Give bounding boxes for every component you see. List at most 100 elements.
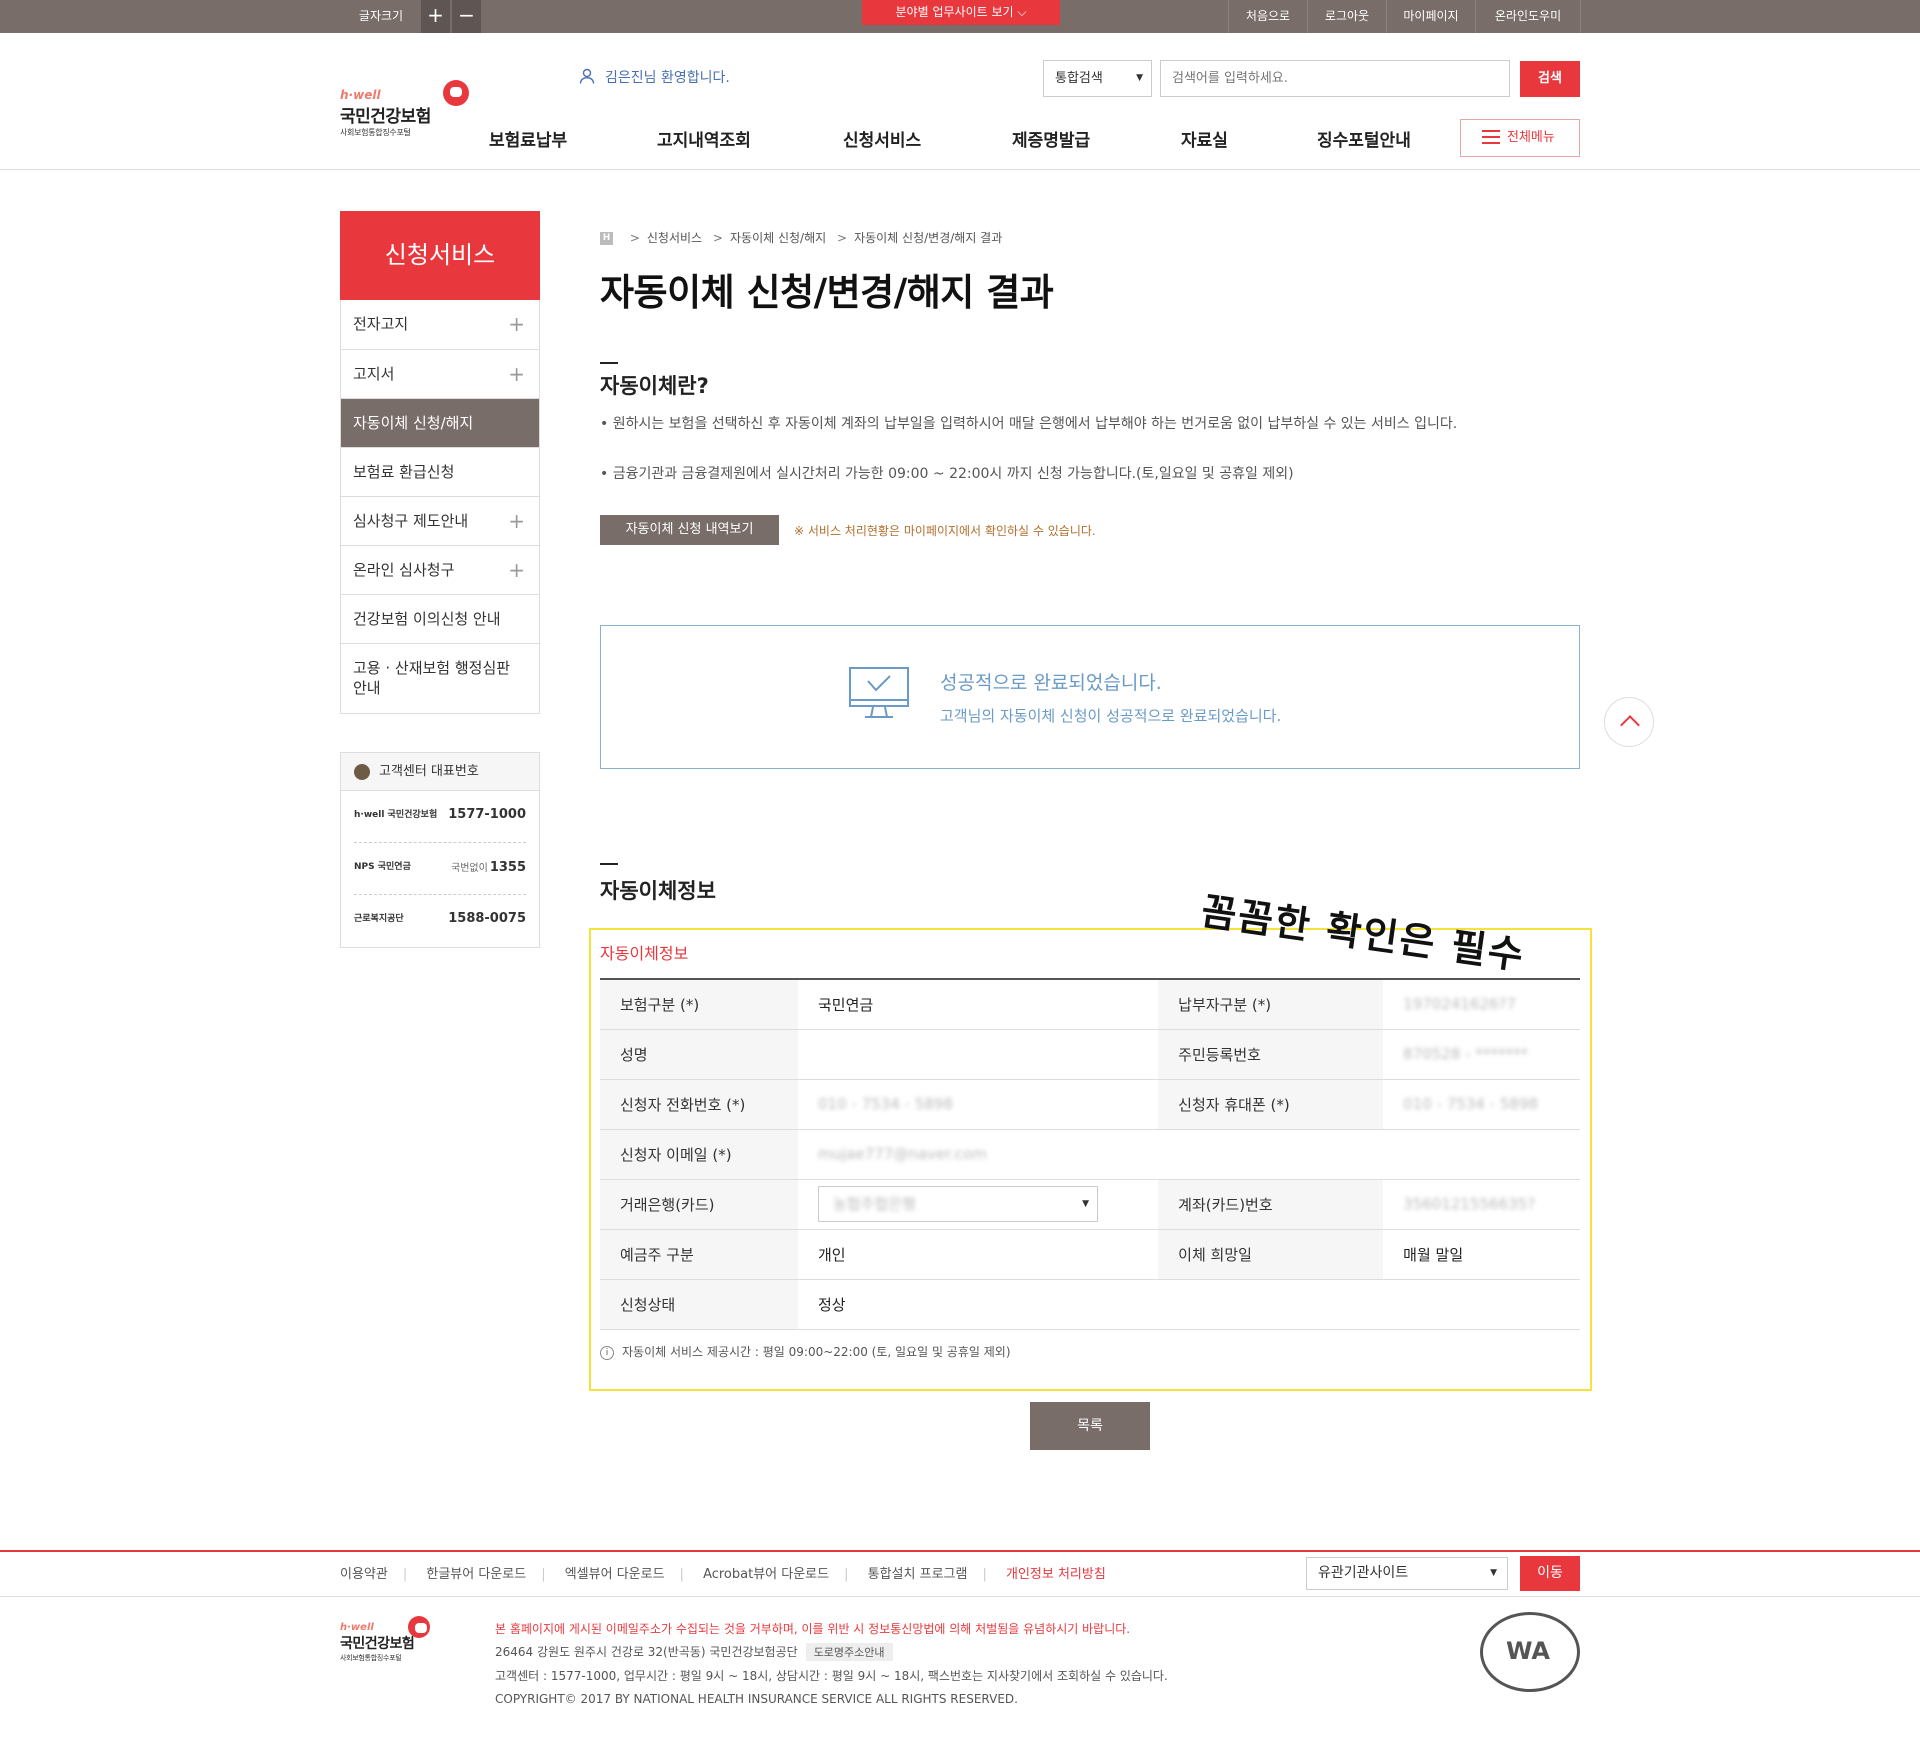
side-nav-e-notice[interactable]: 전자고지 + [341,300,539,349]
table-cell: 010 - 7534 - 5898 [1383,1079,1580,1130]
gnb-portal-guide[interactable]: 징수포털안내 [1317,126,1411,151]
side-nav-label: 심사청구 제도안내 [353,512,469,530]
intro-bullet-2: • 금융기관과 금융결제원에서 실시간처리 가능한 09:00 ~ 22:00시… [600,466,1294,482]
excel-viewer-link[interactable]: 엑셀뷰어 다운로드 [565,1567,665,1582]
home-link[interactable]: 처음으로 [1229,0,1307,33]
online-help-link[interactable]: 온라인도우미 [1476,0,1580,33]
side-nav-admin-trial[interactable]: 고용 · 산재보험 행정심판 안내 [341,643,539,713]
breadcrumb-item[interactable]: 신청서비스 [647,231,702,245]
search-scope-select[interactable]: 통합검색 ▼ [1043,60,1152,97]
install-program-link[interactable]: 통합설치 프로그램 [868,1567,968,1582]
list-button[interactable]: 목록 [1030,1402,1150,1450]
gnb-application-service[interactable]: 신청서비스 [843,126,921,151]
table-header-cell: 성명 [600,1029,798,1080]
welcome-message: 김은진님 환영합니다. [579,67,730,87]
side-nav-appeal-guide[interactable]: 심사청구 제도안내 + [341,496,539,545]
home-icon[interactable]: H [600,232,613,245]
chevron-right-icon: > [712,231,723,245]
footer-logo: h·well 국민건강보험 사회보험통합징수포털 [340,1616,430,1663]
breadcrumb: H > 신청서비스 > 자동이체 신청/해지 > 자동이체 신청/변경/해지 결과 [600,229,1002,246]
caret-down-icon: ▼ [1136,73,1143,83]
lnb-title: 신청서비스 [340,211,540,300]
gnb-payment[interactable]: 보험료납부 [489,126,567,151]
road-address-button[interactable]: 도로명주소안내 [805,1643,893,1661]
gnb-library[interactable]: 자료실 [1181,126,1228,151]
table-row: 신청자 전화번호 (*) 010 - 7534 - 5898 신청자 휴대폰 (… [600,1079,1580,1130]
related-sites-select[interactable]: 유관기관사이트 ▼ [1306,1557,1508,1590]
all-menu-button[interactable]: 전체메뉴 [1460,119,1580,157]
related-sites-label: 유관기관사이트 [1318,1565,1409,1581]
side-nav-label: 고용 · 산재보험 행정심판 안내 [353,659,511,697]
table-cell: 1970241626?7 [1383,979,1580,1030]
service-time-text: 자동이체 서비스 제공시간 : 평일 09:00~22:00 (토, 일요일 및… [622,1345,1011,1359]
acrobat-viewer-link[interactable]: Acrobat뷰어 다운로드 [703,1567,829,1582]
side-nav-bill[interactable]: 고지서 + [341,349,539,398]
phone-value: 1355 [489,860,526,875]
search-button[interactable]: 검색 [1520,61,1580,97]
breadcrumb-item: 자동이체 신청/변경/해지 결과 [854,231,1003,245]
search-scope-value: 통합검색 [1055,71,1103,86]
mypage-link[interactable]: 마이페이지 [1387,0,1475,33]
search-input[interactable] [1160,60,1510,97]
result-box: 성공적으로 완료되었습니다. 고객님의 자동이체 신청이 성공적으로 완료되었습… [600,625,1580,769]
header-divider [0,169,1920,170]
table-header-cell: 예금주 구분 [600,1229,798,1280]
list-item: h·well 국민건강보험 1577-1000 [354,791,526,843]
section-title: 자동이체란? [600,374,709,398]
auto-transfer-info-table: 보험구분 (*) 국민연금 납부자구분 (*) 1970241626?7 성명 … [600,978,1580,1330]
logout-link[interactable]: 로그아웃 [1308,0,1386,33]
table-cell [798,1029,1159,1080]
nhis-logo: h·well 국민건강보험 [354,810,438,820]
service-time-note: i 자동이체 서비스 제공시간 : 평일 09:00~22:00 (토, 일요일 … [600,1343,1011,1360]
table-header-cell: 이체 희망일 [1158,1229,1384,1280]
divider: | [982,1567,987,1582]
side-nav-label: 자동이체 신청/해지 [353,414,474,432]
caret-down-icon: ▼ [1490,1568,1497,1578]
font-size-label: 글자크기 [358,9,404,23]
divider: | [541,1567,546,1582]
phone-number: 1577-1000 [446,807,526,822]
side-nav: 전자고지 + 고지서 + 자동이체 신청/해지 보험료 환급신청 심사청구 제도안내… [340,300,540,714]
side-nav-online-appeal[interactable]: 온라인 심사청구 + [341,545,539,594]
hwp-viewer-link[interactable]: 한글뷰어 다운로드 [426,1567,526,1582]
table-row: 성명 주민등록번호 870528 - ******* [600,1029,1580,1080]
site-logo[interactable]: h·well 국민건강보험 사회보험통합징수포털 [340,80,469,138]
table-caption: 자동이체정보 [600,944,689,963]
gnb-certificate[interactable]: 제증명발급 [1012,126,1090,151]
table-cell: mujae777@naver.com [798,1129,1580,1180]
logo-name: 국민건강보험 [340,1636,415,1652]
history-view-button[interactable]: 자동이체 신청 내역보기 [600,515,779,545]
address-text: 26464 강원도 원주시 건강로 32(반곡동) 국민건강보험공단 [495,1645,798,1659]
breadcrumb-item[interactable]: 자동이체 신청/해지 [730,231,826,245]
monitor-check-icon [849,667,909,718]
divider [1580,0,1581,33]
table-header-cell: 신청자 전화번호 (*) [600,1079,798,1130]
table-cell: 국민연금 [798,979,1159,1030]
section-mark [600,362,618,364]
footer-links: 이용약관 | 한글뷰어 다운로드 | 엑셀뷰어 다운로드 | Acrobat뷰어 다운… [340,1563,1121,1582]
web-accessibility-mark: WA [1480,1612,1580,1692]
font-increase-button[interactable]: + [421,0,450,33]
phone-value: 1588-0075 [448,911,526,926]
font-decrease-button[interactable]: − [452,0,481,33]
side-nav-objection[interactable]: 건강보험 이의신청 안내 [341,594,539,643]
terms-link[interactable]: 이용약관 [340,1567,388,1582]
go-button[interactable]: 이동 [1520,1556,1580,1591]
table-header-cell: 보험구분 (*) [600,979,798,1030]
nps-logo: NPS 국민연금 [354,862,411,872]
logo-sub: 사회보험통합징수포털 [340,128,411,137]
customer-center-box: 고객센터 대표번호 h·well 국민건강보험 1577-1000 NPS 국민… [340,752,540,948]
side-nav-refund[interactable]: 보험료 환급신청 [341,447,539,496]
privacy-policy-link[interactable]: 개인정보 처리방침 [1006,1567,1106,1582]
masked-value: 1970241626?7 [1403,995,1517,1014]
side-nav-auto-transfer[interactable]: 자동이체 신청/해지 [341,398,539,447]
info-icon: i [600,1345,614,1360]
heart-logo-icon [443,80,469,106]
scroll-top-button[interactable] [1604,697,1654,747]
phone-number: 1588-0075 [446,911,526,926]
plus-icon: + [508,362,525,386]
list-item: NPS 국민연금 국번없이 1355 [354,843,526,895]
bank-select[interactable]: 농협주협은행 ▼ [818,1186,1098,1222]
gnb-notice-inquiry[interactable]: 고지내역조회 [657,126,751,151]
field-sites-dropdown[interactable]: 분야별 업무사이트 보기 ⌵ [862,0,1060,25]
